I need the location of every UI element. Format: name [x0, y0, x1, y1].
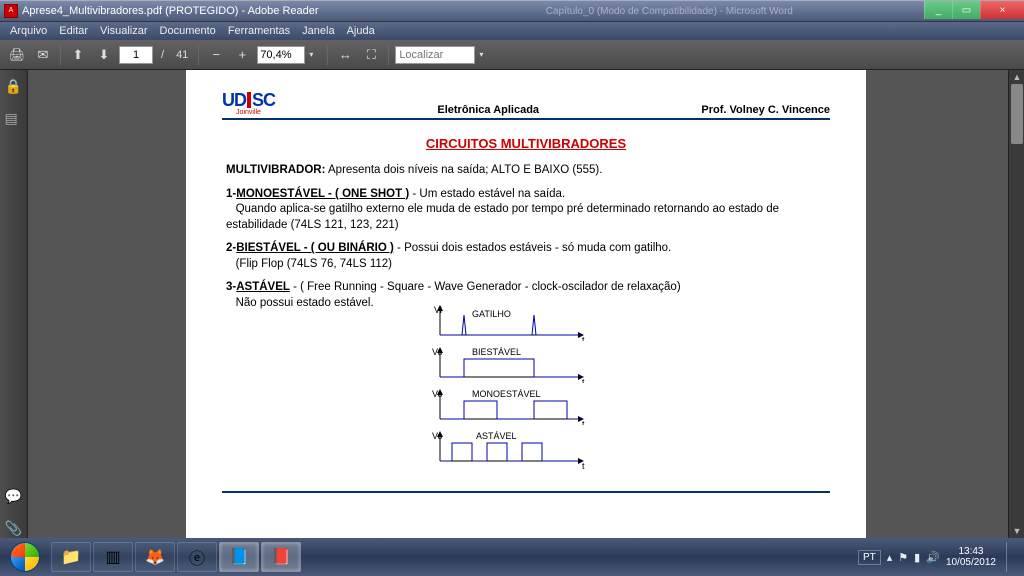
page-separator: / — [157, 49, 168, 61]
windows-logo-icon — [10, 542, 40, 572]
waveform-gatilho: Vi GATILHO t — [432, 305, 830, 341]
taskbar-firefox[interactable]: 🦊 — [135, 542, 175, 572]
menu-ajuda[interactable]: Ajuda — [341, 25, 381, 37]
taskbar-ie[interactable]: ⓔ — [177, 542, 217, 572]
toolbar-separator — [198, 45, 199, 65]
logo-subtitle: Joinville — [222, 109, 275, 116]
waveform-diagrams: Vi GATILHO t Vo BIESTÁVEL — [432, 305, 830, 471]
scroll-down-icon[interactable]: ▼ — [1009, 524, 1024, 538]
taskbar-explorer[interactable]: 📁 — [51, 542, 91, 572]
system-tray: PT ▴ ⚑ ▮ 🔊 13:43 10/05/2012 — [852, 542, 1020, 572]
toolbar: 🖨 ✉ ⬆ ⬇ / 41 − + ▾ ↔ ⛶ ▾ — [0, 40, 1024, 70]
document-title: CIRCUITOS MULTIVIBRADORES — [222, 136, 830, 151]
tray-clock[interactable]: 13:43 10/05/2012 — [946, 546, 996, 568]
main-area: 🔒 ▤ 💬 📎 UDSC Joinville Eletrônica Aplica… — [0, 70, 1024, 538]
zoom-in-button[interactable]: + — [231, 44, 253, 66]
toolbar-separator — [60, 45, 61, 65]
pdf-page: UDSC Joinville Eletrônica Aplicada Prof.… — [186, 70, 866, 538]
svg-text:t: t — [582, 335, 585, 341]
close-button[interactable]: × — [980, 1, 1024, 19]
taskbar-mediaplayer[interactable]: ▥ — [93, 542, 133, 572]
page-down-button[interactable]: ⬇ — [93, 44, 115, 66]
pdf-icon: A — [4, 4, 18, 18]
maximize-button[interactable]: ▭ — [952, 1, 980, 19]
header-course: Eletrônica Aplicada — [275, 104, 701, 116]
search-dropdown-icon[interactable]: ▾ — [479, 50, 491, 59]
fit-page-button[interactable]: ⛶ — [360, 44, 382, 66]
pages-panel-icon[interactable]: ▤ — [5, 110, 23, 128]
windows-taskbar: 📁 ▥ 🦊 ⓔ 📘 📕 PT ▴ ⚑ ▮ 🔊 13:43 10/05/2012 — [0, 538, 1024, 576]
svg-text:t: t — [582, 377, 585, 383]
start-button[interactable] — [4, 541, 46, 573]
zoom-out-button[interactable]: − — [205, 44, 227, 66]
search-input[interactable] — [395, 46, 475, 64]
tray-show-hidden-icon[interactable]: ▴ — [887, 551, 893, 564]
fit-width-button[interactable]: ↔ — [334, 44, 356, 66]
menu-bar: Arquivo Editar Visualizar Documento Ferr… — [0, 22, 1024, 40]
language-indicator[interactable]: PT — [858, 550, 881, 565]
toolbar-separator — [388, 45, 389, 65]
page-header: UDSC Joinville Eletrônica Aplicada Prof.… — [222, 90, 830, 120]
window-buttons: _ ▭ × — [924, 1, 1024, 19]
svg-text:ASTÁVEL: ASTÁVEL — [476, 431, 517, 441]
page-footer-line — [222, 491, 830, 493]
menu-editar[interactable]: Editar — [53, 25, 94, 37]
paragraph-biestavel: 2-BIESTÁVEL - ( OU BINÁRIO ) - Possui do… — [226, 241, 830, 272]
paragraph-monoestavel: 1-MONOESTÁVEL - ( ONE SHOT ) - Um estado… — [226, 187, 830, 234]
menu-arquivo[interactable]: Arquivo — [4, 25, 53, 37]
window-title: Aprese4_Multivibradores.pdf (PROTEGIDO) … — [22, 5, 319, 17]
svg-text:t: t — [582, 419, 585, 425]
menu-janela[interactable]: Janela — [296, 25, 340, 37]
page-total: 41 — [172, 49, 192, 61]
print-button[interactable]: 🖨 — [6, 44, 28, 66]
toolbar-separator — [327, 45, 328, 65]
lock-icon[interactable]: 🔒 — [5, 78, 23, 96]
attachment-icon[interactable]: 📎 — [5, 520, 23, 538]
svg-text:t: t — [582, 461, 585, 471]
waveform-biestavel: Vo BIESTÁVEL t — [432, 347, 830, 383]
menu-ferramentas[interactable]: Ferramentas — [222, 25, 296, 37]
background-window-title: Capítulo_0 (Modo de Compatibilidade) - M… — [546, 6, 793, 17]
zoom-level-input[interactable] — [257, 46, 305, 64]
taskbar-adobe-reader[interactable]: 📕 — [261, 542, 301, 572]
header-professor: Prof. Volney C. Vincence — [701, 104, 830, 116]
tray-flag-icon[interactable]: ⚑ — [898, 551, 908, 564]
tray-time: 13:43 — [946, 546, 996, 557]
menu-visualizar[interactable]: Visualizar — [94, 25, 154, 37]
tray-volume-icon[interactable]: 🔊 — [926, 551, 940, 564]
sidebar: 🔒 ▤ 💬 📎 — [0, 70, 28, 538]
tray-date: 10/05/2012 — [946, 557, 996, 568]
tray-network-icon[interactable]: ▮ — [914, 551, 920, 564]
waveform-astavel: Vo ASTÁVEL t — [432, 431, 830, 471]
email-button[interactable]: ✉ — [32, 44, 54, 66]
udesc-logo: UDSC Joinville — [222, 90, 275, 116]
svg-text:GATILHO: GATILHO — [472, 309, 511, 319]
svg-text:BIESTÁVEL: BIESTÁVEL — [472, 347, 521, 357]
paragraph-multivibrador: MULTIVIBRADOR: Apresenta dois níveis na … — [226, 163, 830, 179]
page-number-input[interactable] — [119, 46, 153, 64]
scrollbar-thumb[interactable] — [1011, 84, 1023, 144]
document-viewport[interactable]: UDSC Joinville Eletrônica Aplicada Prof.… — [28, 70, 1024, 538]
vertical-scrollbar[interactable]: ▲ ▼ — [1008, 70, 1024, 538]
minimize-button[interactable]: _ — [924, 1, 952, 19]
comment-icon[interactable]: 💬 — [5, 488, 23, 506]
svg-text:MONOESTÁVEL: MONOESTÁVEL — [472, 389, 541, 399]
show-desktop-button[interactable] — [1006, 542, 1014, 572]
waveform-monoestavel: Vo MONOESTÁVEL t — [432, 389, 830, 425]
window-titlebar: A Aprese4_Multivibradores.pdf (PROTEGIDO… — [0, 0, 1024, 22]
taskbar-word[interactable]: 📘 — [219, 542, 259, 572]
zoom-dropdown-icon[interactable]: ▾ — [309, 50, 321, 59]
scroll-up-icon[interactable]: ▲ — [1009, 70, 1024, 84]
menu-documento[interactable]: Documento — [154, 25, 222, 37]
page-up-button[interactable]: ⬆ — [67, 44, 89, 66]
